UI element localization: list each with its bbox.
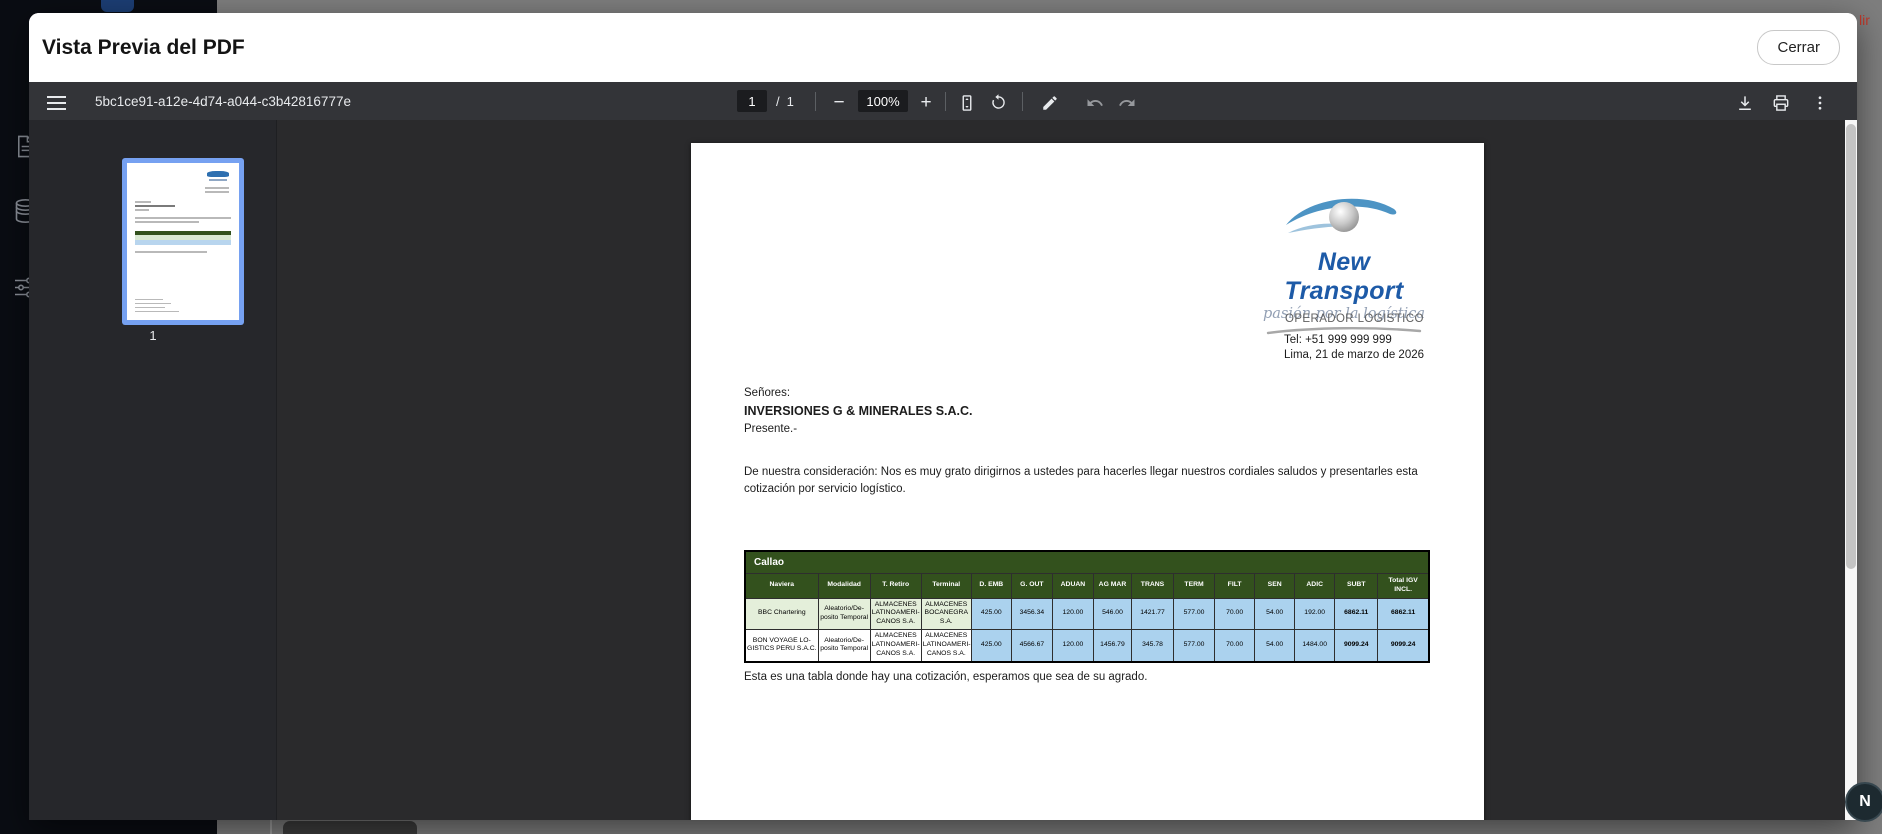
table-cell: BON VOYAGE LO- GISTICS PERU S.A.C. <box>745 630 818 662</box>
rotate-icon[interactable] <box>985 87 1011 119</box>
intro-paragraph: De nuestra consideración: Nos es muy gra… <box>744 464 1438 498</box>
table-cell: Aleatorio/De- posito Temporal <box>818 630 870 662</box>
modal-header: Vista Previa del PDF Cerrar <box>29 13 1857 82</box>
print-icon[interactable] <box>1768 87 1794 119</box>
phone-line: Tel: +51 999 999 999 <box>1284 334 1392 346</box>
menu-icon[interactable] <box>43 87 69 119</box>
table-column-header: ADIC <box>1295 574 1335 599</box>
table-cell: 577.00 <box>1174 630 1215 662</box>
table-cell: 1484.00 <box>1295 630 1335 662</box>
logo-eye-icon <box>1278 189 1410 247</box>
download-icon[interactable] <box>1732 87 1758 119</box>
table-cell: BBC Chartering <box>745 598 818 629</box>
table-cell: ALMACENES BOCANEGRA S.A. <box>921 598 971 629</box>
viewer-scrollbar[interactable] <box>1845 120 1857 820</box>
table-cell: 577.00 <box>1174 598 1215 629</box>
quote-table: CallaoNavieraModalidadT. RetiroTerminalD… <box>744 550 1430 663</box>
table-cell: ALMACENES LATINOAMERI- CANOS S.A. <box>870 630 921 662</box>
table-cell: 6862.11 <box>1335 598 1378 629</box>
table-cell: 9099.24 <box>1335 630 1378 662</box>
background-app-logo <box>101 0 134 12</box>
table-cell: 70.00 <box>1215 598 1255 629</box>
more-options-icon[interactable] <box>1807 87 1833 119</box>
table-row: BBC CharteringAleatorio/De- posito Tempo… <box>745 598 1429 629</box>
toolbar-divider <box>945 92 946 111</box>
pdf-preview-modal: Vista Previa del PDF Cerrar 5bc1ce91-a12… <box>29 13 1857 820</box>
table-cell: 54.00 <box>1255 630 1295 662</box>
zoom-out-icon[interactable]: − <box>826 87 852 119</box>
table-cell: 120.00 <box>1052 630 1093 662</box>
table-column-header: AG MAR <box>1093 574 1131 599</box>
table-cell: ALMACENES LATINOAMERI- CANOS S.A. <box>870 598 921 629</box>
table-column-header: G. OUT <box>1011 574 1052 599</box>
toolbar-divider <box>815 92 816 111</box>
table-column-header: D. EMB <box>971 574 1011 599</box>
table-cell: 192.00 <box>1295 598 1335 629</box>
zoom-level[interactable]: 100% <box>858 90 908 112</box>
table-cell: ALMACENES LATINOAMERI- CANOS S.A. <box>921 630 971 662</box>
operator-label: OPERADOR LOGISTICO <box>1285 313 1424 325</box>
background-bottom-toolbar-edge <box>283 821 417 834</box>
pdf-viewer-body: 1 New Transport pasión por la logística <box>29 120 1857 820</box>
toolbar-divider <box>1022 92 1023 111</box>
undo-icon[interactable] <box>1082 87 1108 119</box>
table-column-header: FILT <box>1215 574 1255 599</box>
table-cell: 120.00 <box>1052 598 1093 629</box>
table-cell: 4566.67 <box>1011 630 1052 662</box>
background-divider <box>270 820 272 834</box>
table-row: BON VOYAGE LO- GISTICS PERU S.A.C.Aleato… <box>745 630 1429 662</box>
pdf-toolbar: 5bc1ce91-a12e-4d74-a044-c3b42816777e / 1… <box>29 82 1857 120</box>
salutation: Señores: <box>744 387 790 399</box>
table-column-header: SEN <box>1255 574 1295 599</box>
table-cell: 425.00 <box>971 630 1011 662</box>
document-filename: 5bc1ce91-a12e-4d74-a044-c3b42816777e <box>95 82 351 120</box>
viewer-scrollbar-thumb[interactable] <box>1846 124 1856 569</box>
table-column-header: SUBT <box>1335 574 1378 599</box>
page-number-input[interactable] <box>737 90 767 112</box>
fit-to-page-icon[interactable] <box>954 87 980 119</box>
date-line: Lima, 21 de marzo de 2026 <box>1284 349 1424 361</box>
table-cell: 546.00 <box>1093 598 1131 629</box>
table-column-header: Total IGV INCL. <box>1378 574 1429 599</box>
brand-name: New Transport <box>1258 248 1430 306</box>
table-cell: 54.00 <box>1255 598 1295 629</box>
floating-n-badge[interactable]: N <box>1845 782 1882 822</box>
close-button[interactable]: Cerrar <box>1757 30 1840 65</box>
redo-icon[interactable] <box>1114 87 1140 119</box>
table-column-header: TRANS <box>1131 574 1173 599</box>
thumbnail-panel: 1 <box>29 120 277 820</box>
table-cell: 3456.34 <box>1011 598 1052 629</box>
page-separator: / <box>776 94 780 109</box>
table-cell: 1421.77 <box>1131 598 1173 629</box>
thumbnail-page-number: 1 <box>29 328 277 343</box>
table-cell: 70.00 <box>1215 630 1255 662</box>
closing-line: Esta es una tabla donde hay una cotizaci… <box>744 671 1147 683</box>
table-column-header: Modalidad <box>818 574 870 599</box>
page-total: 1 <box>787 94 794 109</box>
table-cell: Aleatorio/De- posito Temporal <box>818 598 870 629</box>
background-exit-link-clipped[interactable]: lir <box>1859 12 1870 28</box>
table-cell: 425.00 <box>971 598 1011 629</box>
recipient-name: INVERSIONES G & MINERALES S.A.C. <box>744 404 973 418</box>
zoom-in-icon[interactable]: + <box>913 87 939 119</box>
table-column-header: ADUAN <box>1052 574 1093 599</box>
annotate-icon[interactable] <box>1037 87 1063 119</box>
table-column-header: Naviera <box>745 574 818 599</box>
table-column-header: T. Retiro <box>870 574 921 599</box>
modal-title: Vista Previa del PDF <box>42 36 245 60</box>
thumbnail-page-preview <box>127 163 239 320</box>
table-region-header: Callao <box>745 551 1429 574</box>
presente-line: Presente.- <box>744 423 797 435</box>
table-cell: 9099.24 <box>1378 630 1429 662</box>
thumbnail-page[interactable] <box>122 158 244 325</box>
table-cell: 6862.11 <box>1378 598 1429 629</box>
table-cell: 1456.79 <box>1093 630 1131 662</box>
table-column-header: TERM <box>1174 574 1215 599</box>
table-column-header: Terminal <box>921 574 971 599</box>
pdf-page: New Transport pasión por la logística OP… <box>691 143 1484 820</box>
table-cell: 345.78 <box>1131 630 1173 662</box>
